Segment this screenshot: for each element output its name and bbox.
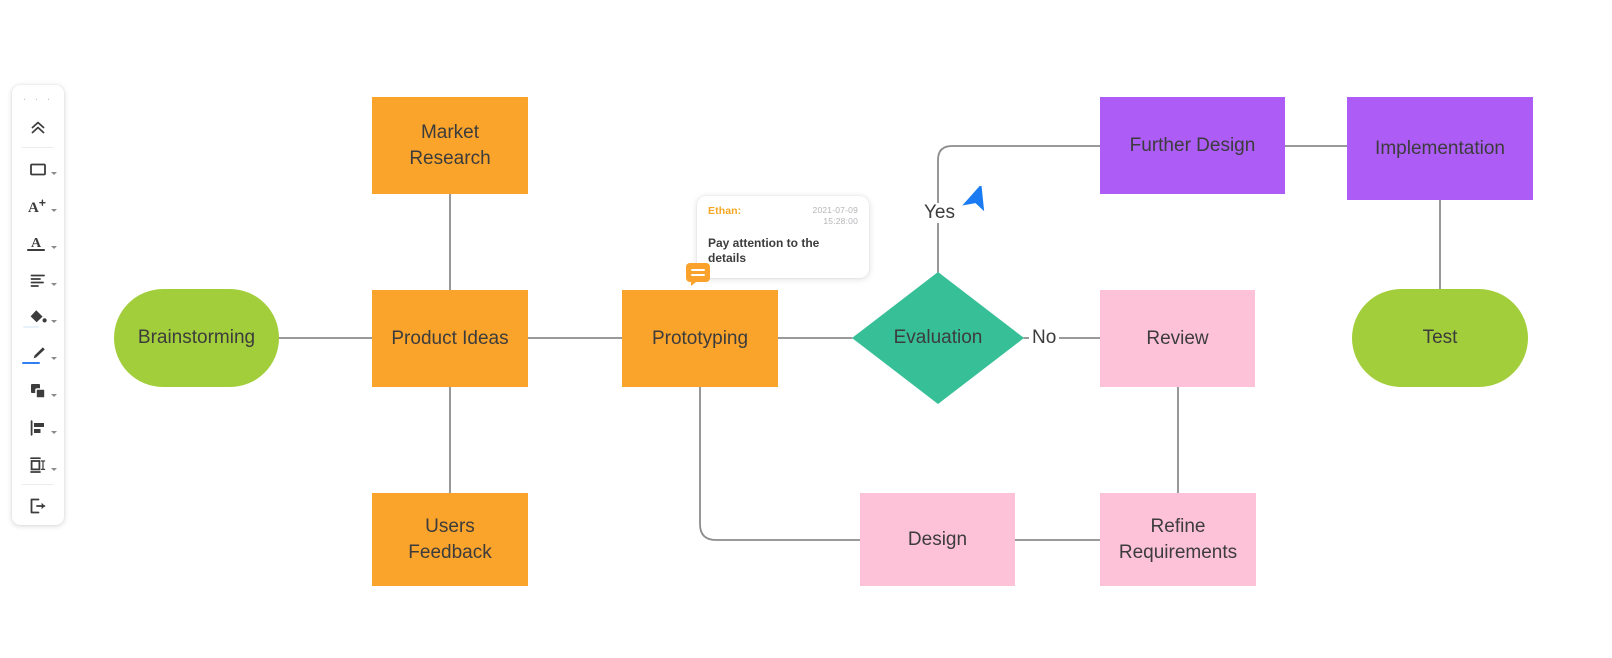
node-design[interactable]: Design <box>860 493 1015 586</box>
export-icon <box>30 498 46 513</box>
line-color-tool-button[interactable] <box>16 335 60 372</box>
edge-label-yes: Yes <box>921 203 958 223</box>
chevron-down-icon[interactable] <box>51 172 57 175</box>
toolbar-divider <box>22 147 54 148</box>
align-tool-button[interactable] <box>16 409 60 446</box>
node-product-ideas[interactable]: Product Ideas <box>372 290 528 387</box>
edge-evaluation-further-design <box>937 145 1101 273</box>
fill-color-swatch <box>23 325 39 328</box>
distribute-spacing-icon <box>30 456 46 473</box>
badge-line <box>691 269 705 271</box>
node-label: Users Feedback <box>408 515 492 563</box>
chevron-down-icon[interactable] <box>51 394 57 397</box>
font-color-swatch <box>27 248 45 251</box>
node-test[interactable]: Test <box>1352 289 1528 387</box>
toolbar-drag-handle[interactable]: · · · <box>12 91 64 109</box>
text-align-left-icon <box>30 274 45 287</box>
node-evaluation[interactable]: Evaluation <box>852 272 1024 404</box>
export-button[interactable] <box>16 487 60 524</box>
node-review[interactable]: Review <box>1100 290 1255 387</box>
node-label: Prototyping <box>651 327 749 349</box>
node-refine-requirements[interactable]: Refine Requirements <box>1100 493 1256 586</box>
edge-design-prototyping <box>699 386 861 541</box>
comment-text: Pay attention to the details <box>708 236 820 265</box>
node-market-research[interactable]: Market Research <box>372 97 528 194</box>
comment-timestamp: 2021-07-09 15:28:00 <box>813 205 858 227</box>
shape-tool-button[interactable] <box>16 150 60 187</box>
node-further-design[interactable]: Further Design <box>1100 97 1285 194</box>
flowchart-editor-canvas: Brainstorming Market Research Product Ide… <box>0 0 1612 658</box>
align-objects-icon <box>30 419 44 436</box>
double-chevron-up-icon <box>31 121 45 133</box>
node-label: Product Ideas <box>391 327 509 349</box>
toolbar-divider <box>22 484 54 485</box>
node-label: Further Design <box>1129 134 1256 156</box>
chevron-down-icon[interactable] <box>51 468 57 471</box>
comment-badge-icon[interactable] <box>686 263 710 286</box>
edge-label-no: No <box>1029 328 1060 348</box>
node-label: Refine Requirements <box>1118 515 1238 563</box>
paint-bucket-icon <box>30 309 47 322</box>
comment-author: Ethan: <box>708 205 742 217</box>
brush-icon <box>33 346 45 358</box>
fill-color-tool-button[interactable] <box>16 298 60 335</box>
bring-forward-icon <box>31 383 46 399</box>
node-prototyping[interactable]: Prototyping <box>622 290 778 387</box>
font-color-tool-button[interactable]: A <box>16 224 60 261</box>
node-label: Evaluation <box>893 327 983 348</box>
chevron-down-icon[interactable] <box>51 357 57 360</box>
node-implementation[interactable]: Implementation <box>1347 97 1533 200</box>
font-increase-icon: A <box>28 199 46 216</box>
node-label: Review <box>1146 327 1209 349</box>
mouse-cursor <box>962 186 985 212</box>
node-label: Test <box>1422 327 1458 348</box>
collapse-toolbar-button[interactable] <box>16 109 60 146</box>
comment-popup[interactable]: Ethan: 2021-07-09 15:28:00 Pay attention… <box>697 196 869 278</box>
arrange-tool-button[interactable] <box>16 372 60 409</box>
node-label: Market Research <box>409 121 491 169</box>
node-users-feedback[interactable]: Users Feedback <box>372 493 528 586</box>
line-color-swatch <box>22 361 40 364</box>
node-label: Brainstorming <box>137 327 256 348</box>
comment-header: Ethan: 2021-07-09 15:28:00 <box>708 205 858 227</box>
chevron-down-icon[interactable] <box>51 283 57 286</box>
node-brainstorming[interactable]: Brainstorming <box>114 289 279 387</box>
chevron-down-icon[interactable] <box>51 209 57 212</box>
node-label: Design <box>907 528 968 550</box>
chevron-down-icon[interactable] <box>51 431 57 434</box>
format-toolbar[interactable]: · · · A A <box>12 85 64 525</box>
svg-text:A: A <box>28 200 39 216</box>
chevron-down-icon[interactable] <box>51 320 57 323</box>
rectangle-shape-icon <box>30 163 46 175</box>
node-label: Implementation <box>1375 137 1505 159</box>
badge-line <box>691 274 705 276</box>
distribute-tool-button[interactable] <box>16 446 60 483</box>
font-size-tool-button[interactable]: A <box>16 187 60 224</box>
text-align-tool-button[interactable] <box>16 261 60 298</box>
comment-date: 2021-07-09 <box>812 205 858 215</box>
chevron-down-icon[interactable] <box>51 246 57 249</box>
comment-clock: 15:28:00 <box>823 216 858 226</box>
